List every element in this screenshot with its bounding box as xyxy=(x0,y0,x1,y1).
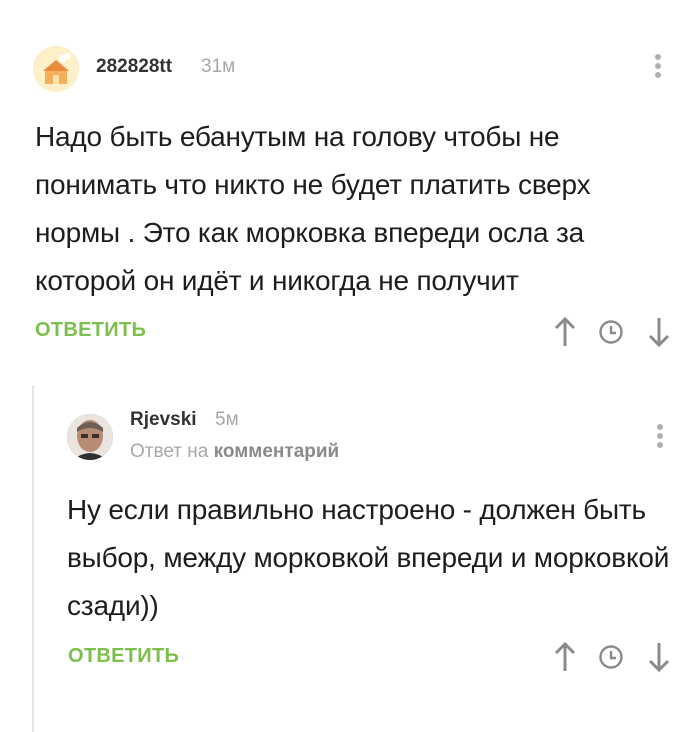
avatar[interactable] xyxy=(67,414,113,460)
reply-button[interactable]: ОТВЕТИТЬ xyxy=(35,319,146,342)
comment-text: Ну если правильно настроено - должен быт… xyxy=(67,494,670,621)
more-vertical-icon[interactable] xyxy=(654,54,662,81)
author-name[interactable]: 282828tt xyxy=(96,56,172,78)
arrow-up-icon[interactable] xyxy=(552,315,578,349)
clock-icon[interactable] xyxy=(598,644,624,670)
arrow-up-icon[interactable] xyxy=(552,640,578,674)
reply-to-link[interactable]: комментарий xyxy=(214,441,340,462)
avatar[interactable] xyxy=(33,46,79,92)
clock-icon[interactable] xyxy=(598,319,624,345)
reply-to-prefix: Ответ на xyxy=(130,441,209,462)
author-name[interactable]: Rjevski xyxy=(130,409,197,431)
comment: 282828tt 31м Надо быть ебанутым на голов… xyxy=(0,0,700,370)
comment-text: Надо быть ебанутым на голову чтобы не по… xyxy=(35,121,591,296)
comment-time: 31м xyxy=(201,56,236,77)
comment-time: 5м xyxy=(215,409,239,430)
reply-to-note: Ответ на комментарий xyxy=(130,441,339,463)
reply-button[interactable]: ОТВЕТИТЬ xyxy=(68,645,179,668)
arrow-down-icon[interactable] xyxy=(646,315,672,349)
reply-comment: Rjevski 5м Ответ на комментарий Ну если … xyxy=(32,385,700,732)
more-vertical-icon[interactable] xyxy=(656,424,664,451)
arrow-down-icon[interactable] xyxy=(646,640,672,674)
